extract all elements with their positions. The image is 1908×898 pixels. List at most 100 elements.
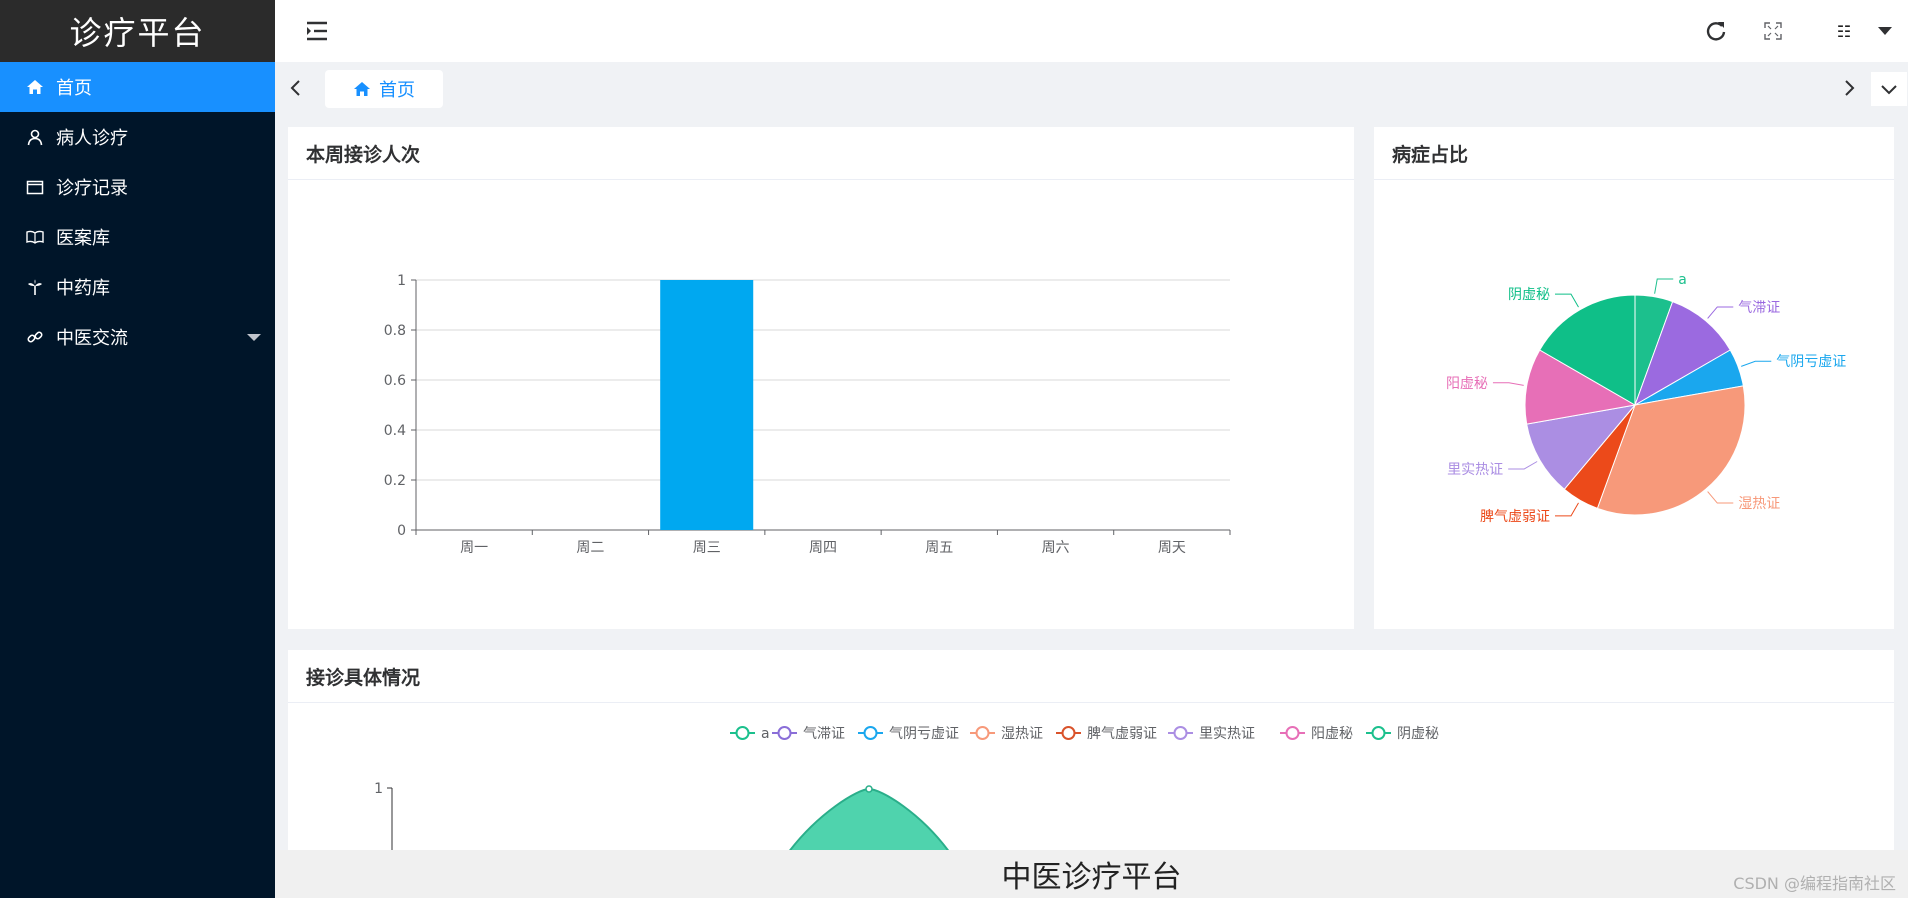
visit-details-chart: a 气滞证 气阴亏虚证 湿热证 脾气虚弱证 里实热证 阳虚秘 阴虚秘 1 <box>374 726 1439 850</box>
legend-marker <box>1061 726 1076 740</box>
sidebar: 诊疗平台 首页 病人诊疗 诊疗记录 医案库 中药库 中医交流 <box>0 0 275 898</box>
chevron-down-icon[interactable] <box>247 334 261 341</box>
x-tick-label: 周四 <box>809 540 837 556</box>
footer-title: 中医诊疗平台 <box>275 850 1908 898</box>
sidebar-item-case-library[interactable]: 医案库 <box>0 212 275 262</box>
sidebar-item-label: 医案库 <box>56 228 110 249</box>
y-tick-label: 0.8 <box>384 323 406 339</box>
data-point <box>865 785 873 793</box>
tab-home[interactable]: 首页 <box>325 70 443 108</box>
pie-label-line <box>1707 491 1734 504</box>
y-tick-label: 0.4 <box>384 423 406 439</box>
card-title: 病症占比 <box>1374 127 1894 180</box>
tabs-bar: 首页 <box>275 62 1908 114</box>
legend-item: a <box>730 726 770 742</box>
legend-item: 脾气虚弱证 <box>1056 726 1157 742</box>
tabs-dropdown-button[interactable] <box>1871 72 1907 106</box>
sidebar-item-label: 中药库 <box>56 278 110 299</box>
pie-label: 里实热证 <box>1447 462 1503 478</box>
chevron-left-icon[interactable] <box>285 77 307 99</box>
weekly-visits-bar-chart: 0 0.2 0.4 0.6 0.8 1 周一 周二 周三 周四 周五 周六 周天 <box>384 273 1231 556</box>
sidebar-item-label: 首页 <box>56 78 92 99</box>
sidebar-item-label: 病人诊疗 <box>56 128 128 149</box>
app-logo-title: 诊疗平台 <box>0 0 275 62</box>
legend-marker <box>975 726 990 740</box>
sidebar-item-patient-diagnosis[interactable]: 病人诊疗 <box>0 112 275 162</box>
pie-label-line <box>1654 278 1674 294</box>
card-title: 接诊具体情况 <box>288 650 1894 703</box>
pie-label: 气滞证 <box>1738 300 1780 316</box>
disease-ratio-card: 病症占比 a 气滞证气阴亏虚证湿热证脾气虚弱证 里实热证 阳虚秘 阴虚秘 <box>1374 127 1894 629</box>
legend-label: 气阴亏虚证 <box>889 726 959 742</box>
legend-label: 湿热证 <box>1001 726 1043 742</box>
legend-marker <box>1285 726 1300 740</box>
legend-item: 气阴亏虚证 <box>858 726 959 742</box>
refresh-icon[interactable] <box>1705 20 1727 42</box>
legend-item: 阴虚秘 <box>1366 726 1439 742</box>
pie-label: 湿热证 <box>1738 496 1780 512</box>
legend-label: 阳虚秘 <box>1311 726 1353 742</box>
legend-marker <box>1173 726 1188 740</box>
pie-label-line <box>1492 382 1524 386</box>
legend-item: 阳虚秘 <box>1280 726 1353 742</box>
pie-label-line <box>1741 360 1772 367</box>
y-tick-label: 0.6 <box>384 373 406 389</box>
pie-label: 气阴亏虚证 <box>1776 354 1846 370</box>
sidebar-item-label: 诊疗记录 <box>56 178 128 199</box>
legend-item: 气滞证 <box>772 726 845 742</box>
pie-label: 阴虚秘 <box>1508 287 1550 303</box>
weekly-visits-card: 本周接诊人次 0 0.2 0.4 0.6 0.8 1 周一 周二 周三 周四 周五 周六 周天 <box>288 127 1354 629</box>
legend-item: 湿热证 <box>970 726 1043 742</box>
x-tick-label: 周六 <box>1042 540 1070 556</box>
x-tick-label: 周五 <box>925 540 953 556</box>
x-tick-label: 周一 <box>460 540 488 556</box>
tab-label: 首页 <box>379 80 415 101</box>
y-tick-label: 0.2 <box>384 473 406 489</box>
visit-details-card: 接诊具体情况 a 气滞证 气阴亏虚证 湿热证 脾气虚弱证 里实热证 阳虚秘 阴虚秘 1 <box>288 650 1894 850</box>
legend-item: 里实热证 <box>1168 726 1255 742</box>
pie-label: 阳虚秘 <box>1446 376 1488 392</box>
fullscreen-icon[interactable] <box>1762 20 1784 42</box>
legend-label: 脾气虚弱证 <box>1087 726 1157 742</box>
pie-label-line <box>1555 293 1579 308</box>
card-title: 本周接诊人次 <box>288 127 1354 180</box>
sidebar-item-records[interactable]: 诊疗记录 <box>0 162 275 212</box>
user-icon <box>26 128 44 146</box>
home-icon <box>354 82 370 96</box>
sidebar-item-label: 中医交流 <box>56 328 128 349</box>
legend-label: 气滞证 <box>803 726 845 742</box>
watermark: CSDN @编程指南社区 <box>1733 874 1896 893</box>
sidebar-item-home[interactable]: 首页 <box>0 62 275 112</box>
pie-label-line <box>1555 502 1579 517</box>
y-tick-label: 1 <box>397 273 406 289</box>
link-icon <box>26 328 44 346</box>
pie-label-line <box>1707 306 1734 319</box>
chevron-down-icon <box>1881 85 1897 95</box>
avatar-icon[interactable]: ☷ <box>1830 17 1858 45</box>
legend-marker <box>777 726 792 740</box>
top-header: ☷ <box>275 0 1908 62</box>
pie-label: 脾气虚弱证 <box>1480 509 1550 525</box>
x-tick-label: 周二 <box>576 540 604 556</box>
plant-icon <box>26 278 44 296</box>
pie-label-line <box>1508 461 1538 470</box>
x-tick-label: 周天 <box>1158 540 1186 556</box>
legend-label: a <box>761 726 770 742</box>
disease-pie-chart: a 气滞证气阴亏虚证湿热证脾气虚弱证 里实热证 阳虚秘 阴虚秘 <box>1446 272 1846 525</box>
sidebar-item-tcm-exchange[interactable]: 中医交流 <box>0 312 275 362</box>
y-tick-label: 0 <box>397 523 406 539</box>
book-icon <box>26 228 44 246</box>
legend-marker <box>735 726 750 740</box>
bar <box>660 280 754 530</box>
chevron-right-icon[interactable] <box>1838 77 1860 99</box>
legend-marker <box>1371 726 1386 740</box>
pie-label: a <box>1678 272 1687 288</box>
legend-label: 里实热证 <box>1199 726 1255 742</box>
caret-down-icon[interactable] <box>1878 27 1892 35</box>
legend-label: 阴虚秘 <box>1397 726 1439 742</box>
home-icon <box>26 78 44 96</box>
y-tick-label: 1 <box>374 781 383 797</box>
sidebar-item-herb-library[interactable]: 中药库 <box>0 262 275 312</box>
legend-marker <box>863 726 878 740</box>
menu-fold-icon[interactable] <box>305 20 329 42</box>
